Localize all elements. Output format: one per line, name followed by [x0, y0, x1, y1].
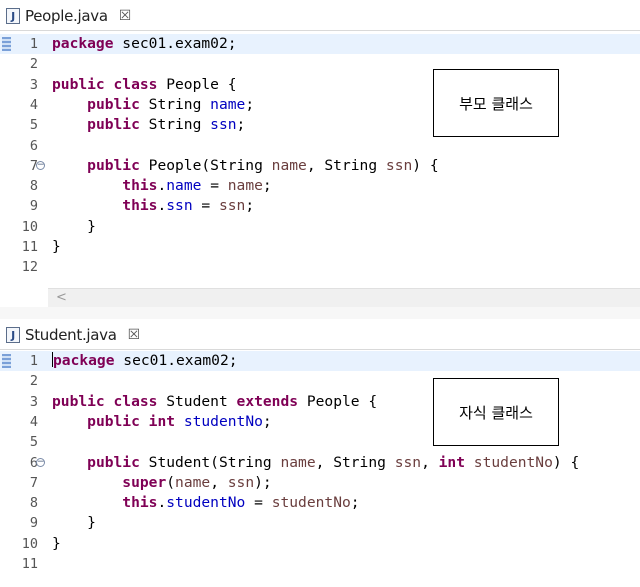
line-number: 5	[29, 434, 38, 451]
code-line[interactable]: 10 }	[0, 217, 640, 237]
code-text: }	[52, 534, 61, 552]
line-number: 11	[21, 556, 38, 572]
line-number: 11	[21, 239, 38, 255]
line-number: 10	[21, 218, 38, 235]
code-text: this.studentNo = studentNo;	[122, 494, 360, 512]
line-number: 1	[29, 36, 38, 52]
tab-student-java[interactable]: J Student.java ☒	[6, 323, 140, 347]
tab-label: People.java	[25, 7, 108, 25]
collapse-fold-icon[interactable]: −	[36, 457, 45, 467]
code-line[interactable]: 9 }	[0, 513, 640, 533]
people-tab-bar: J People.java ☒	[0, 0, 640, 31]
line-number: 4	[29, 96, 38, 113]
line-number: 12	[21, 259, 38, 276]
code-text: public String ssn;	[87, 116, 246, 134]
tab-label: Student.java	[25, 326, 117, 344]
close-icon[interactable]: ☒	[128, 327, 141, 343]
line-number: 6	[29, 454, 38, 471]
java-file-icon: J	[6, 327, 20, 343]
code-text: public class Student extends People {	[52, 392, 378, 410]
code-line[interactable]: 12	[0, 257, 640, 277]
tab-people-java[interactable]: J People.java ☒	[6, 4, 131, 28]
line-number: 9	[29, 198, 38, 215]
line-number: 7	[29, 157, 38, 174]
close-icon[interactable]: ☒	[119, 8, 132, 24]
code-text: package sec01.exam02;	[52, 35, 237, 52]
code-line[interactable]: 1 package sec01.exam02;	[0, 351, 640, 371]
code-line[interactable]: 10}	[0, 534, 640, 554]
line-number: 2	[29, 56, 38, 73]
code-text: package sec01.exam02;	[52, 352, 238, 369]
code-line[interactable]: 11	[0, 554, 640, 574]
line-number: 10	[21, 535, 38, 552]
code-line[interactable]: 7 super(name, ssn);	[0, 473, 640, 493]
horizontal-scrollbar[interactable]: <	[48, 288, 640, 307]
student-tab-bar: J Student.java ☒	[0, 319, 640, 350]
line-number: 5	[29, 117, 38, 134]
code-line[interactable]: 6− public Student(String name, String ss…	[0, 453, 640, 473]
collapse-fold-icon[interactable]: −	[36, 160, 45, 170]
code-text: public int studentNo;	[87, 412, 272, 430]
line-number: 7	[29, 474, 38, 491]
code-text: super(name, ssn);	[122, 473, 272, 491]
code-text: public class People {	[52, 75, 237, 93]
line-number: 8	[29, 495, 38, 512]
line-number: 9	[29, 515, 38, 532]
code-text: this.name = name;	[122, 177, 272, 195]
line-number: 8	[29, 178, 38, 195]
code-text: }	[52, 514, 96, 532]
child-class-annotation: 자식 클래스	[433, 378, 559, 446]
code-line[interactable]: 7− public People(String name, String ssn…	[0, 156, 640, 176]
code-text: public People(String name, String ssn) {	[87, 156, 439, 174]
line-number: 1	[29, 353, 38, 369]
bookmark-marker-icon	[2, 37, 11, 51]
line-number: 3	[29, 393, 38, 410]
code-line[interactable]: 9 this.ssn = ssn;	[0, 196, 640, 216]
line-number: 2	[29, 373, 38, 390]
code-text: }	[52, 217, 96, 235]
code-text: this.ssn = ssn;	[122, 197, 255, 215]
code-text: public Student(String name, String ssn, …	[87, 453, 580, 471]
bookmark-marker-icon	[2, 354, 11, 368]
scroll-left-arrow-icon[interactable]: <	[56, 289, 67, 307]
line-number: 6	[29, 137, 38, 154]
pane-divider	[0, 307, 640, 319]
code-line[interactable]: 1 package sec01.exam02;	[0, 34, 640, 54]
code-line[interactable]: 6	[0, 136, 640, 156]
java-file-icon: J	[6, 8, 20, 24]
line-number: 3	[29, 76, 38, 93]
code-text: public String name;	[87, 95, 255, 113]
code-line[interactable]: 8 this.studentNo = studentNo;	[0, 493, 640, 513]
parent-class-annotation: 부모 클래스	[433, 69, 559, 137]
code-line[interactable]: 8 this.name = name;	[0, 176, 640, 196]
line-number: 4	[29, 413, 38, 430]
code-text: }	[52, 238, 61, 255]
code-line[interactable]: 11}	[0, 237, 640, 257]
